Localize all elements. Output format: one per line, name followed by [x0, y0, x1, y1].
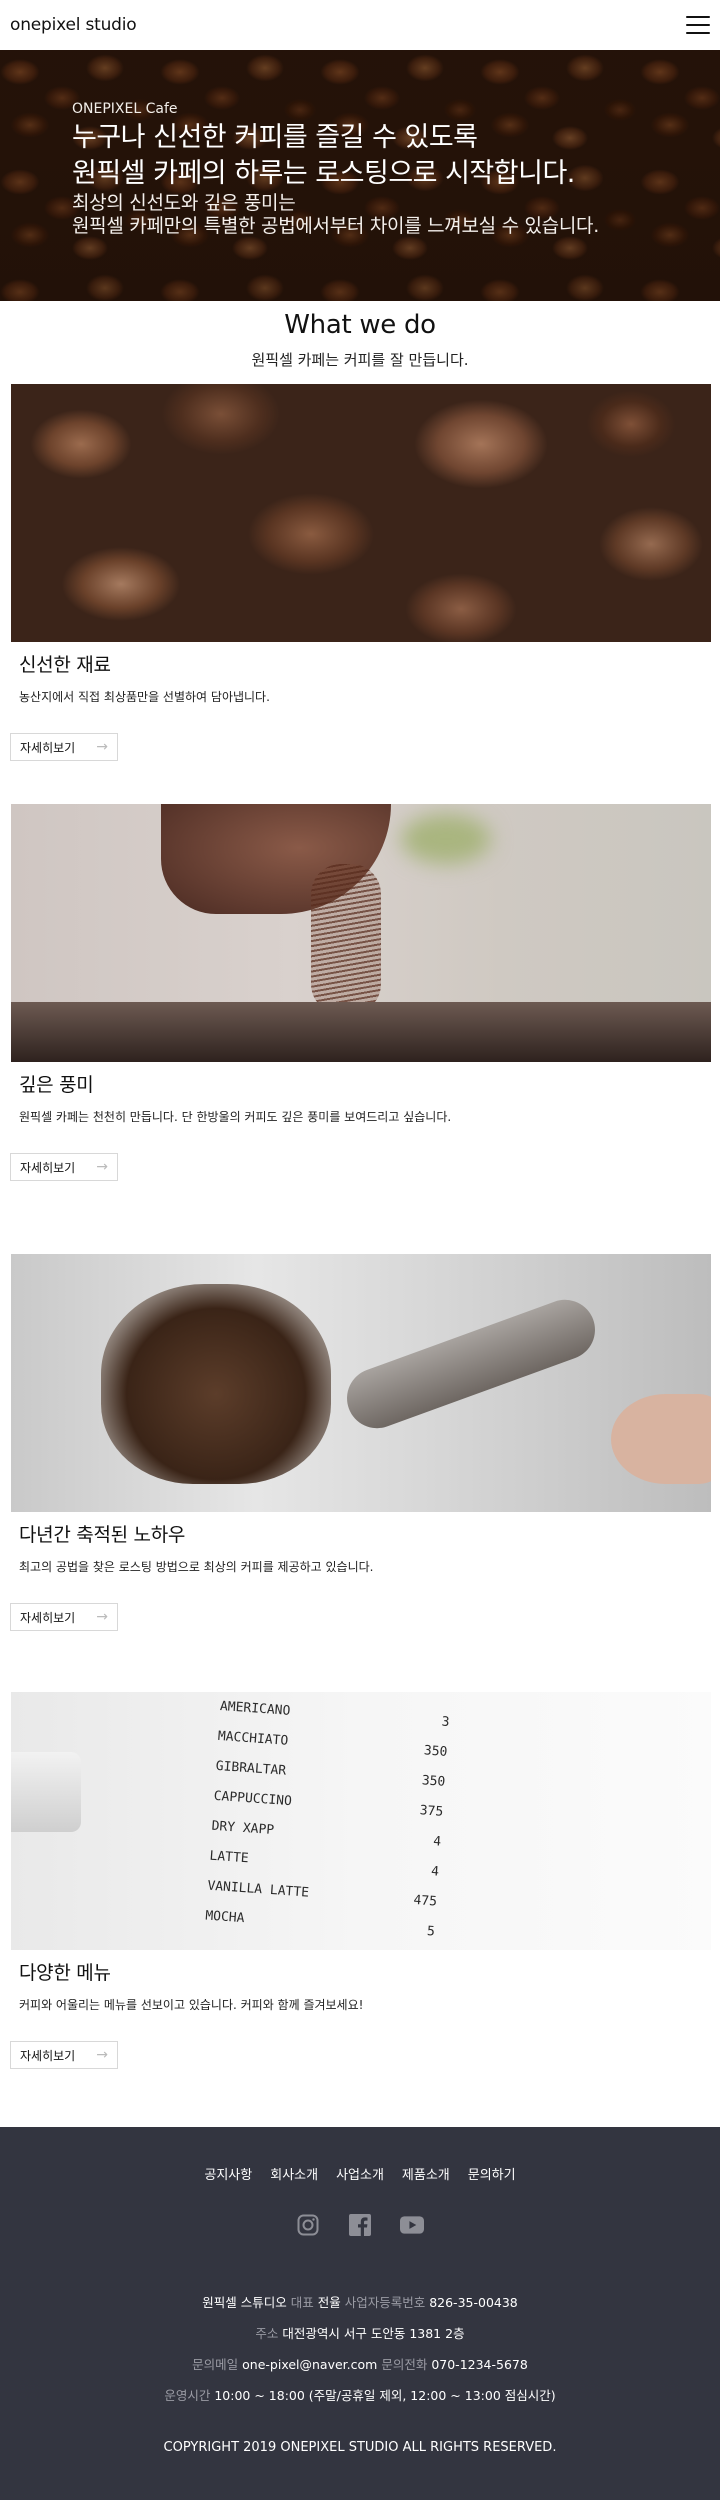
hours-label: 운영시간 — [164, 2388, 211, 2403]
card-desc: 원픽셀 카페는 천천히 만듭니다. 단 한방울의 커피도 깊은 풍미를 보여드리… — [19, 1110, 452, 1124]
card-desc: 최고의 공법을 찾은 로스팅 방법으로 최상의 커피를 제공하고 있습니다. — [19, 1560, 374, 1574]
footer-nav: 공지사항 회사소개 사업소개 제품소개 문의하기 — [0, 2164, 720, 2183]
biz-no: 826-35-00438 — [429, 2295, 518, 2310]
hero-desc-line2: 원픽셀 카페만의 특별한 공법에서부터 차이를 느껴보실 수 있습니다. — [72, 215, 599, 237]
phone-label: 문의전화 — [381, 2357, 428, 2372]
business-hours: 10:00 ~ 18:00 (주말/공휴일 제외, 12:00 ~ 13:00 … — [214, 2388, 556, 2403]
hero-title-line2: 원픽셀 카페의 하루는 로스팅으로 시작합니다. — [72, 158, 575, 189]
card-title: 깊은 풍미 — [19, 1074, 94, 1096]
card-desc: 농산지에서 직접 최상품만을 선별하여 담아냅니다. — [19, 690, 270, 704]
more-button[interactable]: 자세히보기 → — [10, 2041, 118, 2069]
company-info-line2: 주소 대전광역시 서구 도안동 1381 2층 — [0, 2318, 720, 2349]
card-title: 다년간 축적된 노하우 — [19, 1524, 186, 1546]
biz-no-label: 사업자등록번호 — [344, 2295, 426, 2310]
footer-link-notice[interactable]: 공지사항 — [204, 2164, 252, 2183]
what-we-do-header: What we do 원픽셀 카페는 커피를 잘 만듭니다. — [0, 305, 720, 370]
arrow-right-icon: → — [96, 739, 108, 755]
more-button[interactable]: 자세히보기 → — [10, 1153, 118, 1181]
social-links — [0, 2213, 720, 2237]
facebook-icon[interactable] — [348, 2213, 372, 2237]
more-button[interactable]: 자세히보기 → — [10, 1603, 118, 1631]
site-footer: 공지사항 회사소개 사업소개 제품소개 문의하기 원픽셀 스튜디오 대표 전율 … — [0, 2127, 720, 2500]
ceo-name: 전율 — [317, 2295, 341, 2310]
card-title: 다양한 메뉴 — [19, 1962, 111, 1984]
address-label: 주소 — [255, 2326, 279, 2341]
company-info-line1: 원픽셀 스튜디오 대표 전율 사업자등록번호 826-35-00438 — [0, 2287, 720, 2318]
company-name: 원픽셀 스튜디오 — [202, 2295, 287, 2310]
address: 대전광역시 서구 도안동 1381 2층 — [282, 2326, 465, 2341]
hero-title-line1: 누구나 신선한 커피를 즐길 수 있도록 — [72, 122, 478, 153]
more-button-label: 자세히보기 — [20, 2048, 76, 2063]
company-info: 원픽셀 스튜디오 대표 전율 사업자등록번호 826-35-00438 주소 대… — [0, 2287, 720, 2411]
footer-link-contact[interactable]: 문의하기 — [468, 2164, 516, 2183]
card-desc: 커피와 어울리는 메뉴를 선보이고 있습니다. 커피와 함께 즐겨보세요! — [19, 1998, 364, 2012]
menu-board-photo: AMERICANO 3 MACCHIATO 350 GIBRALTAR 350 CAP… — [11, 1692, 711, 1950]
menu-icon[interactable] — [686, 16, 710, 34]
copyright: COPYRIGHT 2019 ONEPIXEL STUDIO ALL RIGHT… — [163, 2440, 557, 2455]
footer-link-company[interactable]: 회사소개 — [270, 2164, 318, 2183]
section-title: What we do — [284, 310, 436, 340]
phone-number: 070-1234-5678 — [431, 2357, 528, 2372]
company-info-line3: 문의메일 one-pixel@naver.com 문의전화 070-1234-5… — [0, 2349, 720, 2380]
card-title: 신선한 재료 — [19, 654, 111, 676]
youtube-icon[interactable] — [400, 2213, 424, 2237]
ceo-label: 대표 — [290, 2295, 314, 2310]
hero-text: ONEPIXEL Cafe 누구나 신선한 커피를 즐길 수 있도록 원픽셀 카… — [72, 101, 599, 238]
page: onepixel studio ONEPIXEL Cafe 누구나 신선한 커피… — [0, 0, 720, 2500]
company-info-line4: 운영시간 10:00 ~ 18:00 (주말/공휴일 제외, 12:00 ~ 1… — [0, 2380, 720, 2411]
site-header: onepixel studio — [0, 0, 720, 50]
coffee-beans-photo — [11, 384, 711, 642]
arrow-right-icon: → — [96, 1159, 108, 1175]
more-button-label: 자세히보기 — [20, 1610, 76, 1625]
brand-logo[interactable]: onepixel studio — [10, 15, 137, 35]
email-label: 문의메일 — [192, 2357, 239, 2372]
section-subtitle: 원픽셀 카페는 커피를 잘 만듭니다. — [251, 351, 469, 369]
more-button-label: 자세히보기 — [20, 740, 76, 755]
pouring-grounds-photo — [11, 804, 711, 1062]
more-button-label: 자세히보기 — [20, 1160, 76, 1175]
portafilter-photo — [11, 1254, 711, 1512]
hero-subtitle: ONEPIXEL Cafe — [72, 101, 178, 117]
email-link[interactable]: one-pixel@naver.com — [242, 2357, 377, 2372]
instagram-icon[interactable] — [296, 2213, 320, 2237]
more-button[interactable]: 자세히보기 → — [10, 733, 118, 761]
footer-link-products[interactable]: 제품소개 — [402, 2164, 450, 2183]
hero-banner: ONEPIXEL Cafe 누구나 신선한 커피를 즐길 수 있도록 원픽셀 카… — [0, 50, 720, 301]
menu-board-list: AMERICANO 3 MACCHIATO 350 GIBRALTAR 350 CAP… — [204, 1692, 450, 1947]
hero-desc-line1: 최상의 신선도와 깊은 풍미는 — [72, 192, 296, 214]
footer-link-business[interactable]: 사업소개 — [336, 2164, 384, 2183]
arrow-right-icon: → — [96, 1609, 108, 1625]
arrow-right-icon: → — [96, 2047, 108, 2063]
